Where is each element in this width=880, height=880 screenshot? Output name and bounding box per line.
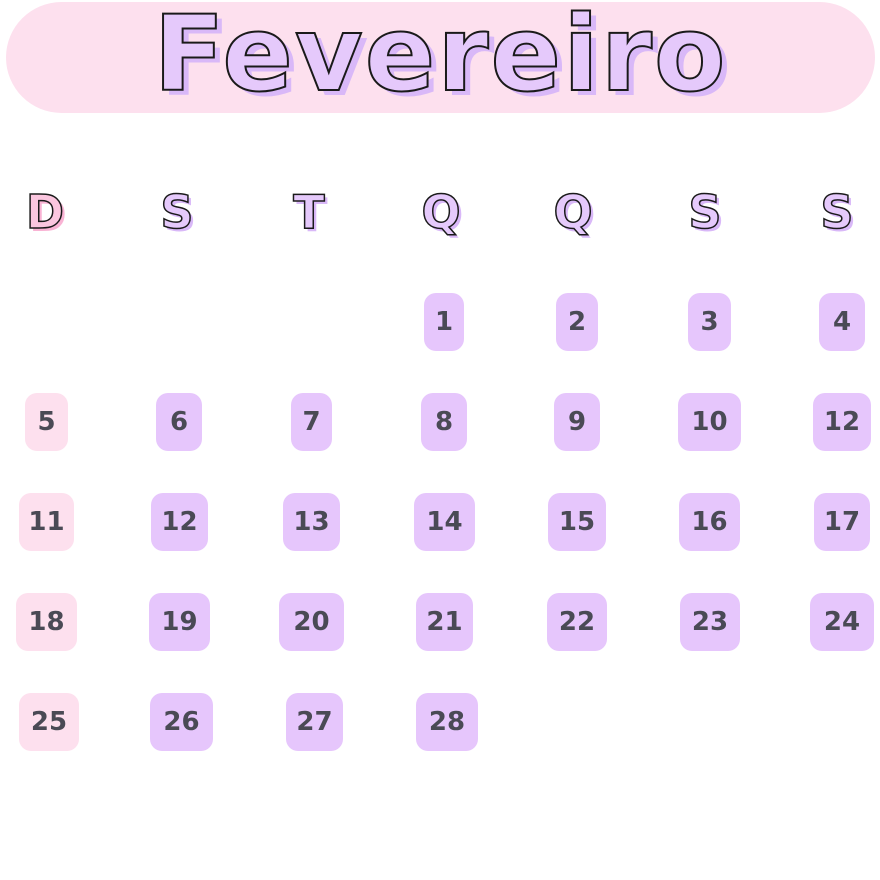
day-cell[interactable]: 20 bbox=[279, 593, 344, 651]
day-cell[interactable]: 27 bbox=[286, 693, 343, 751]
day-cell-sunday[interactable]: 25 bbox=[19, 693, 79, 751]
day-cell[interactable]: 19 bbox=[149, 593, 210, 651]
month-banner: Fevereiro bbox=[6, 0, 875, 115]
day-cell[interactable]: 12 bbox=[151, 493, 208, 551]
day-cell[interactable]: 3 bbox=[688, 293, 731, 351]
weekday-saturday: S bbox=[820, 184, 855, 240]
day-cell-sunday[interactable]: 5 bbox=[25, 393, 68, 451]
weekday-thursday: Q bbox=[553, 184, 594, 240]
day-cell[interactable]: 24 bbox=[810, 593, 874, 651]
day-cell[interactable]: 21 bbox=[416, 593, 473, 651]
day-cell[interactable]: 13 bbox=[283, 493, 340, 551]
weekday-wednesday: Q bbox=[421, 184, 462, 240]
day-cell[interactable]: 7 bbox=[291, 393, 332, 451]
day-cell[interactable]: 1 bbox=[424, 293, 464, 351]
month-title: Fevereiro bbox=[153, 0, 728, 115]
weekday-tuesday: T bbox=[293, 184, 326, 240]
day-cell[interactable]: 10 bbox=[678, 393, 741, 451]
day-cell-sunday[interactable]: 18 bbox=[16, 593, 77, 651]
day-cell[interactable]: 23 bbox=[680, 593, 740, 651]
day-cell[interactable]: 26 bbox=[150, 693, 213, 751]
day-cell[interactable]: 28 bbox=[416, 693, 478, 751]
day-cell[interactable]: 8 bbox=[421, 393, 467, 451]
day-cell[interactable]: 6 bbox=[156, 393, 202, 451]
day-cell[interactable]: 12 bbox=[813, 393, 871, 451]
day-cell[interactable]: 2 bbox=[556, 293, 598, 351]
weekday-sunday: D bbox=[25, 184, 65, 240]
day-cell[interactable]: 14 bbox=[414, 493, 475, 551]
day-cell[interactable]: 22 bbox=[547, 593, 607, 651]
day-cell[interactable]: 17 bbox=[814, 493, 870, 551]
weekday-monday: S bbox=[160, 184, 195, 240]
day-cell[interactable]: 4 bbox=[819, 293, 865, 351]
day-cell[interactable]: 15 bbox=[548, 493, 606, 551]
day-cell[interactable]: 16 bbox=[679, 493, 740, 551]
day-cell-sunday[interactable]: 11 bbox=[19, 493, 74, 551]
weekday-friday: S bbox=[688, 184, 723, 240]
day-cell[interactable]: 9 bbox=[554, 393, 600, 451]
